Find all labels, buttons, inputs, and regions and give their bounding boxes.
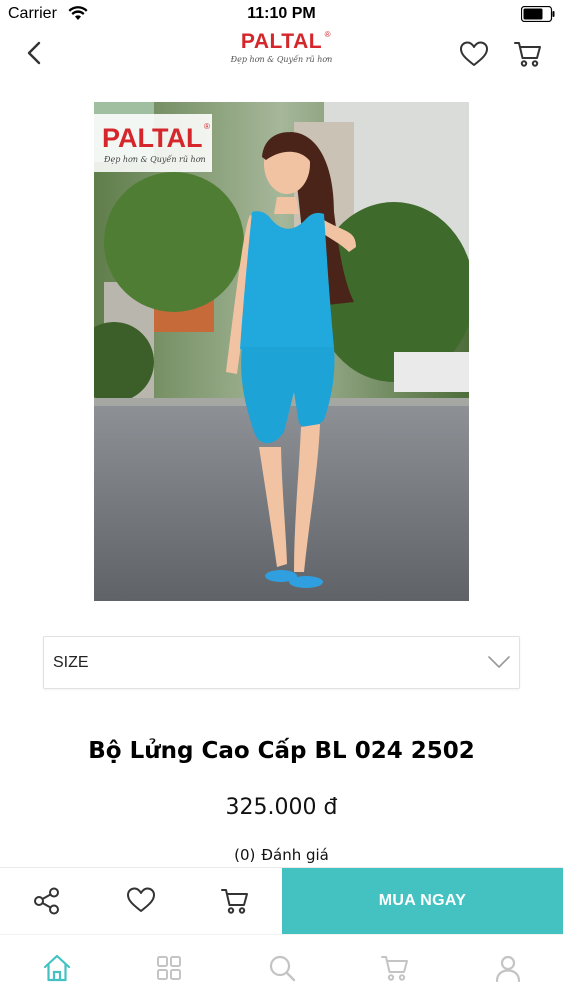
rating-link[interactable]: (0) Đánh giá — [0, 846, 563, 864]
clock: 11:10 PM — [247, 5, 316, 22]
action-bar: MUA NGAY — [0, 867, 563, 934]
battery-icon — [521, 6, 555, 22]
share-button[interactable] — [0, 868, 94, 935]
tab-account[interactable] — [451, 935, 563, 1000]
header-cart-button[interactable] — [513, 39, 543, 69]
tab-cart[interactable] — [338, 935, 450, 1000]
image-logo-tagline: Đẹp hơn & Quyến rũ hơn — [103, 155, 206, 164]
size-select-label: SIZE — [53, 654, 89, 671]
buy-now-button[interactable]: MUA NGAY — [282, 868, 563, 934]
add-to-cart-button[interactable] — [188, 868, 282, 935]
product-price: 325.000 đ — [225, 795, 338, 820]
header: PALTAL ® Đẹp hơn & Quyến rũ hơn — [0, 28, 563, 82]
rating-count: (0) — [234, 846, 256, 864]
cart-icon — [514, 42, 541, 67]
favorite-button[interactable] — [94, 868, 188, 935]
image-logo-text: PALTAL — [102, 123, 202, 153]
user-icon — [495, 955, 521, 983]
product-image[interactable]: PALTAL ® Đẹp hơn & Quyến rũ hơn — [94, 102, 469, 601]
size-select[interactable]: SIZE — [43, 636, 520, 689]
cart-icon — [221, 889, 248, 914]
wishlist-button[interactable] — [459, 40, 489, 68]
chevron-down-icon — [488, 656, 510, 668]
product-photo: PALTAL ® Đẹp hơn & Quyến rũ hơn — [94, 102, 469, 601]
cart-icon — [381, 956, 408, 981]
heart-icon — [127, 887, 155, 912]
grid-icon — [157, 956, 181, 980]
rating-label: Đánh giá — [261, 846, 329, 864]
search-icon — [269, 955, 296, 982]
share-icon — [34, 887, 59, 915]
product-title: Bộ Lửng Cao Cấp BL 024 2502 — [88, 738, 475, 764]
tab-categories[interactable] — [112, 935, 224, 1000]
tab-bar — [0, 934, 563, 1000]
logo-registered-mark: ® — [324, 30, 332, 39]
status-bar: Carrier 11:10 PM — [0, 0, 563, 28]
home-icon — [43, 954, 71, 982]
logo-text: PALTAL — [240, 30, 323, 53]
image-logo-registered-mark: ® — [204, 122, 210, 131]
tab-search[interactable] — [225, 935, 337, 1000]
tab-home[interactable] — [0, 935, 112, 1000]
heart-icon — [460, 41, 488, 66]
